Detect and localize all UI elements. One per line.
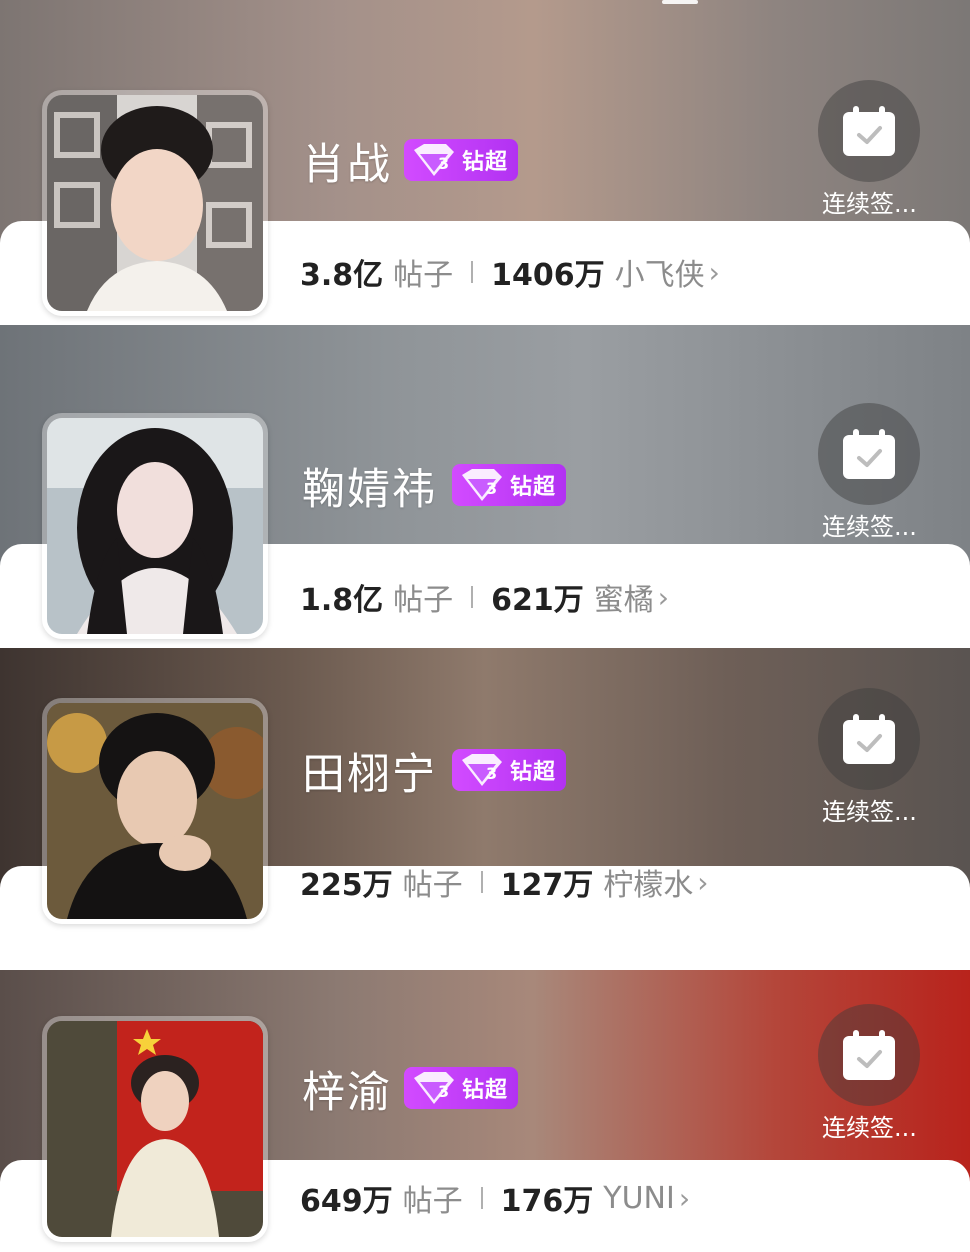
checkin-button[interactable] (818, 688, 920, 790)
stats-divider (480, 1187, 483, 1209)
diamond-badge: 3 钻超 (404, 139, 518, 181)
checkin-button[interactable] (818, 403, 920, 505)
scroll-indicator (662, 0, 698, 4)
stats-divider (471, 586, 474, 608)
svg-text:3: 3 (486, 764, 497, 783)
avatar-image (47, 703, 263, 919)
fans-count: 621万 (491, 583, 584, 618)
posts-label: 帖子 (393, 583, 454, 618)
fan-name: 柠檬水 (603, 868, 694, 903)
fan-name: YUNI (603, 1180, 675, 1216)
checkin-button[interactable] (818, 80, 920, 182)
super-topic-list: 肖战 3 钻超 连续签... 3.8亿 帖子 1406万 小飞侠 › 鞠婧祎 3… (0, 0, 970, 1252)
topic-stats[interactable]: 225万 帖子 127万 柠檬水 › (300, 862, 709, 904)
topic-card[interactable]: 鞠婧祎 3 钻超 连续签... 1.8亿 帖子 621万 蜜橘 › (0, 325, 970, 648)
svg-text:3: 3 (486, 479, 497, 498)
diamond-gem-icon: 3 (462, 754, 502, 786)
fans-count: 1406万 (491, 258, 605, 293)
topic-name[interactable]: 田栩宁 (302, 740, 437, 802)
checkin-label: 连续签... (822, 513, 917, 541)
svg-text:3: 3 (438, 1082, 449, 1101)
stats-divider (471, 261, 474, 283)
posts-count: 3.8亿 (300, 258, 384, 293)
fan-name: 蜜橘 (593, 583, 654, 618)
fan-name: 小飞侠 (614, 258, 705, 293)
chevron-right-icon: › (657, 580, 669, 614)
calendar-check-icon (843, 106, 895, 156)
topic-stats[interactable]: 1.8亿 帖子 621万 蜜橘 › (300, 577, 669, 619)
topic-name[interactable]: 鞠婧祎 (302, 455, 437, 517)
posts-label: 帖子 (402, 868, 463, 903)
stats-divider (480, 871, 483, 893)
checkin-label: 连续签... (822, 798, 917, 826)
svg-text:3: 3 (438, 154, 449, 173)
avatar[interactable] (42, 90, 268, 316)
badge-label: 钻超 (462, 1078, 509, 1103)
avatar[interactable] (42, 1016, 268, 1242)
fans-count: 176万 (500, 1184, 594, 1219)
posts-count: 225万 (300, 868, 393, 903)
checkin-button[interactable] (818, 1004, 920, 1106)
topic-name[interactable]: 肖战 (302, 130, 392, 192)
calendar-check-icon (843, 429, 895, 479)
calendar-check-icon (843, 714, 895, 764)
topic-stats[interactable]: 3.8亿 帖子 1406万 小飞侠 › (300, 252, 720, 294)
posts-count: 649万 (300, 1184, 393, 1219)
chevron-right-icon: › (678, 1181, 691, 1215)
posts-label: 帖子 (402, 1184, 463, 1219)
checkin-label: 连续签... (822, 190, 917, 218)
checkin-label: 连续签... (822, 1114, 917, 1142)
badge-label: 钻超 (510, 475, 557, 500)
topic-card[interactable]: 肖战 3 钻超 连续签... 3.8亿 帖子 1406万 小飞侠 › (0, 0, 970, 325)
chevron-right-icon: › (697, 865, 709, 899)
fans-count: 127万 (500, 868, 594, 903)
badge-label: 钻超 (462, 150, 509, 175)
diamond-badge: 3 钻超 (452, 749, 566, 791)
avatar-image (47, 418, 263, 634)
chevron-right-icon: › (708, 255, 720, 289)
posts-count: 1.8亿 (300, 583, 384, 618)
avatar-image (47, 1021, 263, 1237)
calendar-check-icon (843, 1030, 895, 1080)
diamond-gem-icon: 3 (414, 144, 454, 176)
topic-stats[interactable]: 649万 帖子 176万 YUNI › (300, 1178, 691, 1220)
diamond-badge: 3 钻超 (404, 1067, 518, 1109)
badge-label: 钻超 (510, 760, 557, 785)
posts-label: 帖子 (393, 258, 454, 293)
topic-card[interactable]: 田栩宁 3 钻超 连续签... 225万 帖子 127万 柠檬水 › (0, 648, 970, 970)
avatar[interactable] (42, 413, 268, 639)
avatar[interactable] (42, 698, 268, 924)
topic-card[interactable]: 梓渝 3 钻超 连续签... 649万 帖子 176万 YUNI › (0, 970, 970, 1252)
diamond-gem-icon: 3 (414, 1072, 454, 1104)
diamond-gem-icon: 3 (462, 469, 502, 501)
topic-name[interactable]: 梓渝 (302, 1058, 392, 1120)
diamond-badge: 3 钻超 (452, 464, 566, 506)
avatar-image (47, 95, 263, 311)
